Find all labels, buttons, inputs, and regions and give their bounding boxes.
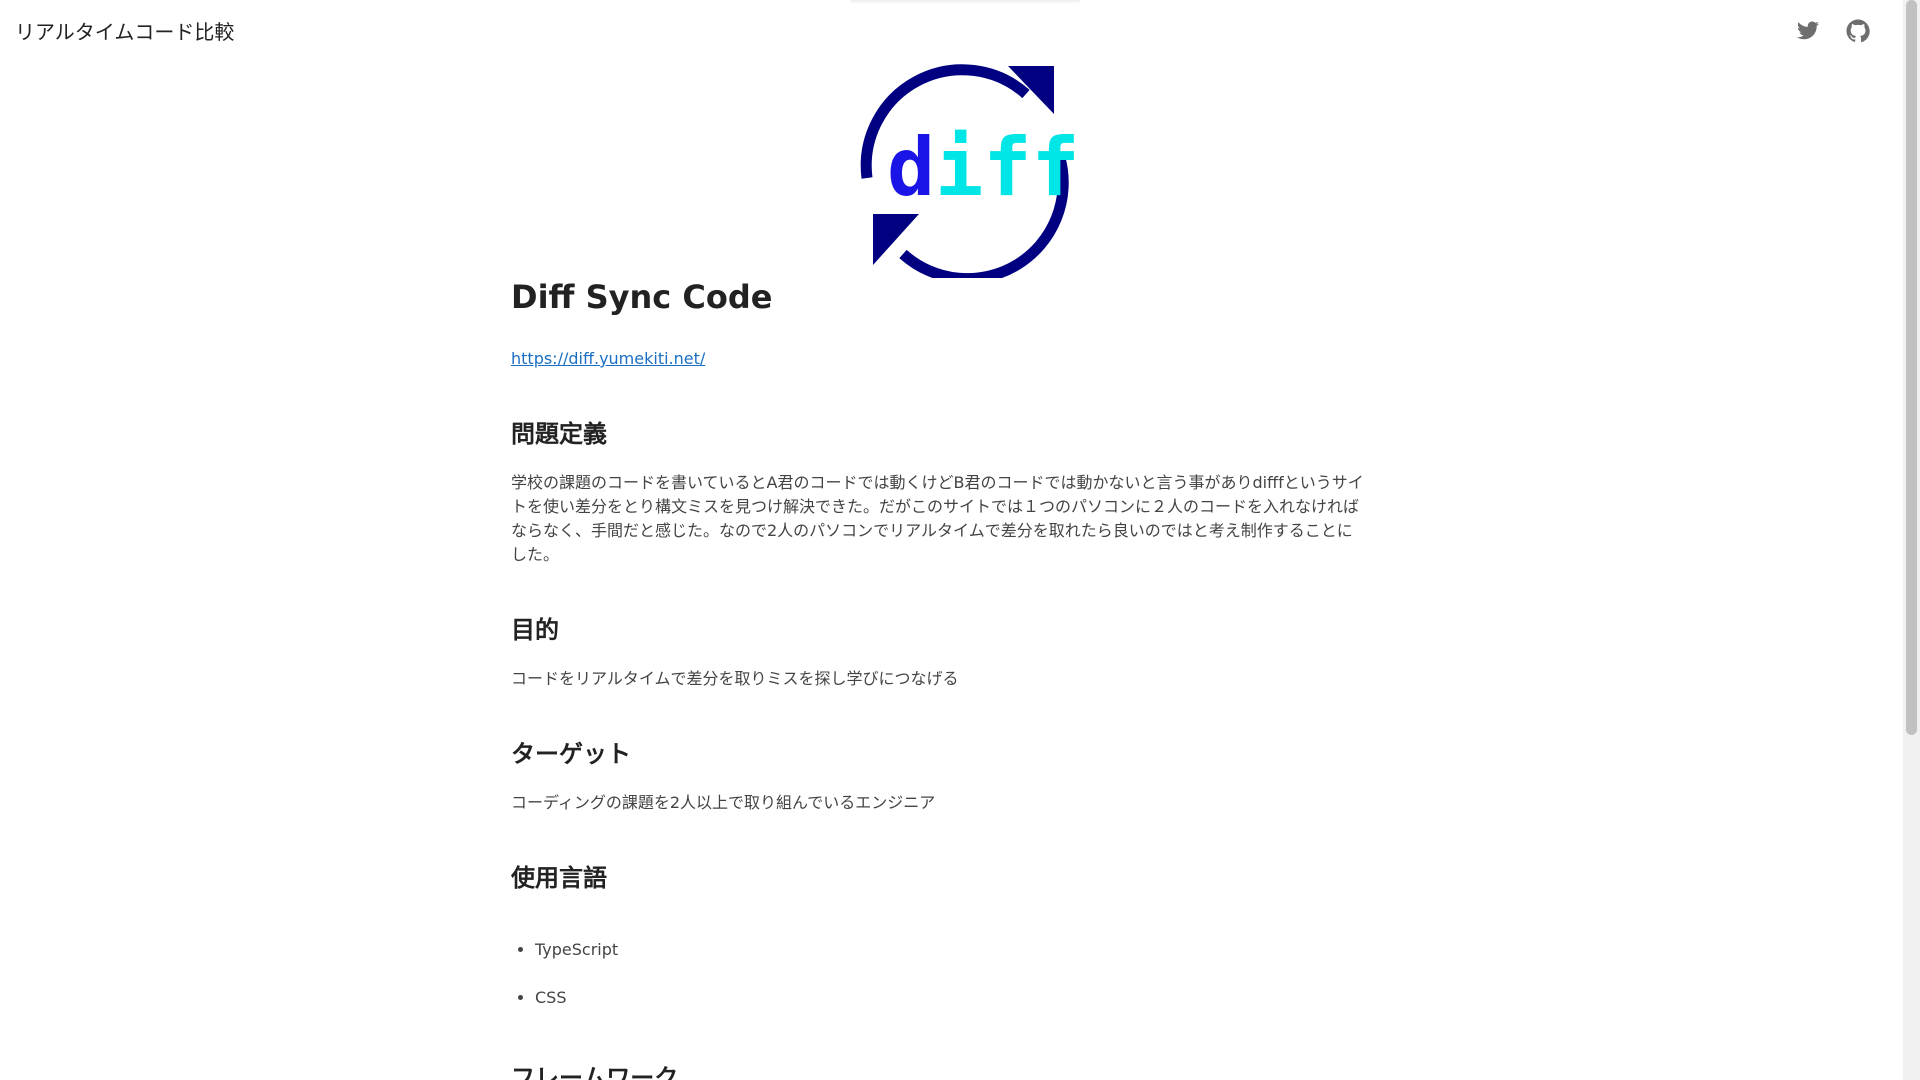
scrollbar[interactable] — [1903, 0, 1920, 1080]
header-icons — [1796, 19, 1870, 43]
section-heading-target: ターゲット — [511, 740, 631, 768]
site-title[interactable]: リアルタイムコード比較 — [15, 16, 234, 45]
section-heading-languages: 使用言語 — [511, 864, 607, 892]
section-heading-purpose: 目的 — [511, 616, 559, 644]
list-item: TypeScript — [535, 938, 618, 986]
scrollbar-thumb[interactable] — [1906, 0, 1917, 735]
diff-logo: diff — [860, 64, 1076, 278]
top-shadow — [850, 0, 1080, 4]
section-body-purpose: コードをリアルタイムで差分を取りミスを探し学びにつなげる — [511, 669, 959, 688]
github-icon[interactable] — [1846, 19, 1870, 43]
svg-text:diff: diff — [887, 121, 1076, 214]
page-title: Diff Sync Code — [511, 278, 773, 316]
section-body-target: コーディングの課題を2人以上で取り組んでいるエンジニア — [511, 793, 936, 812]
logo-letter-d: d — [887, 121, 935, 214]
language-list: TypeScript CSS — [511, 938, 618, 1034]
site-link[interactable]: https://diff.yumekiti.net/ — [511, 349, 705, 368]
list-item: CSS — [535, 986, 618, 1034]
logo-letters-iff: iff — [935, 121, 1076, 214]
section-heading-framework: フレームワーク — [511, 1064, 679, 1080]
section-heading-problem: 問題定義 — [511, 420, 607, 448]
twitter-icon[interactable] — [1796, 19, 1820, 43]
section-body-problem: 学校の課題のコードを書いているとA君のコードでは動くけどB君のコードでは動かない… — [511, 473, 1364, 564]
page: リアルタイムコード比較 diff Diff Sync Code https://… — [0, 0, 1920, 1080]
